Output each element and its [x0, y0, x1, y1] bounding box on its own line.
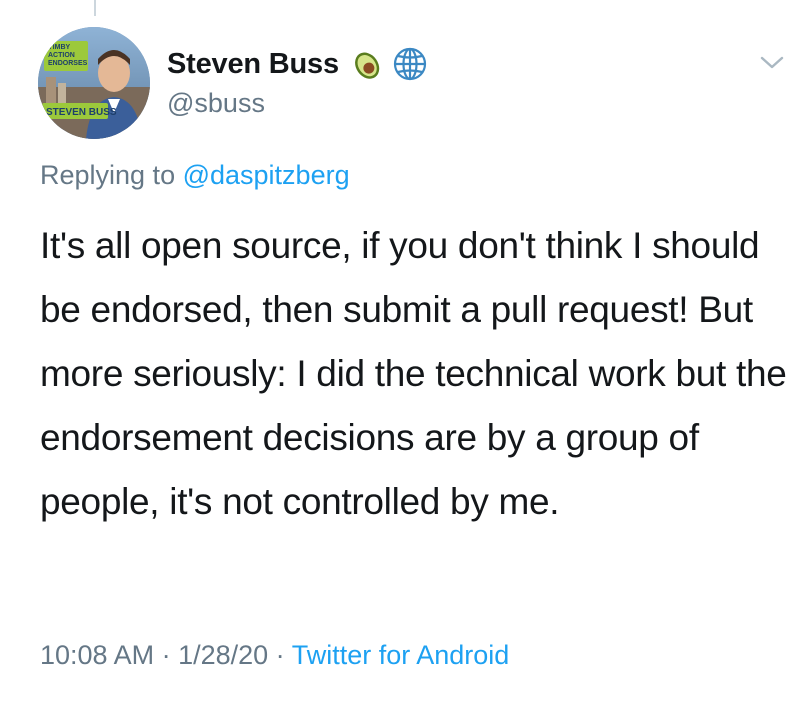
badge-top-line-2: ACTION: [48, 52, 75, 59]
avatar-image: YIMBY ACTION ENDORSES STEVEN BUSS: [38, 27, 150, 139]
globe-icon: [391, 45, 429, 83]
badge-bottom: STEVEN BUSS: [42, 103, 117, 119]
tweet-source-link[interactable]: Twitter for Android: [292, 640, 510, 670]
replying-to-prefix: Replying to: [40, 160, 183, 190]
tweet-time[interactable]: 10:08 AM: [40, 640, 154, 670]
replying-to-mention-link[interactable]: @daspitzberg: [183, 160, 350, 190]
thread-connector-line: [94, 0, 96, 16]
meta-separator-2: ·: [268, 640, 292, 670]
badge-top-line-1: YIMBY: [48, 44, 71, 51]
badge-bottom-text: STEVEN BUSS: [46, 107, 117, 118]
avatar[interactable]: YIMBY ACTION ENDORSES STEVEN BUSS: [38, 27, 150, 139]
replying-to-line: Replying to @daspitzberg: [40, 160, 350, 191]
author-name-row: Steven Buss: [167, 44, 429, 84]
author-handle[interactable]: @sbuss: [167, 88, 265, 119]
tweet-date[interactable]: 1/28/20: [178, 640, 268, 670]
tweet-meta: 10:08 AM · 1/28/20 · Twitter for Android: [40, 640, 509, 671]
display-name[interactable]: Steven Buss: [167, 48, 339, 81]
badge-top: YIMBY ACTION ENDORSES: [44, 41, 88, 71]
avocado-icon: [347, 45, 385, 83]
badge-top-line-3: ENDORSES: [48, 60, 88, 67]
tweet-text: It's all open source, if you don't think…: [40, 225, 787, 522]
meta-separator-1: ·: [154, 640, 179, 670]
chevron-down-icon[interactable]: [758, 52, 786, 72]
